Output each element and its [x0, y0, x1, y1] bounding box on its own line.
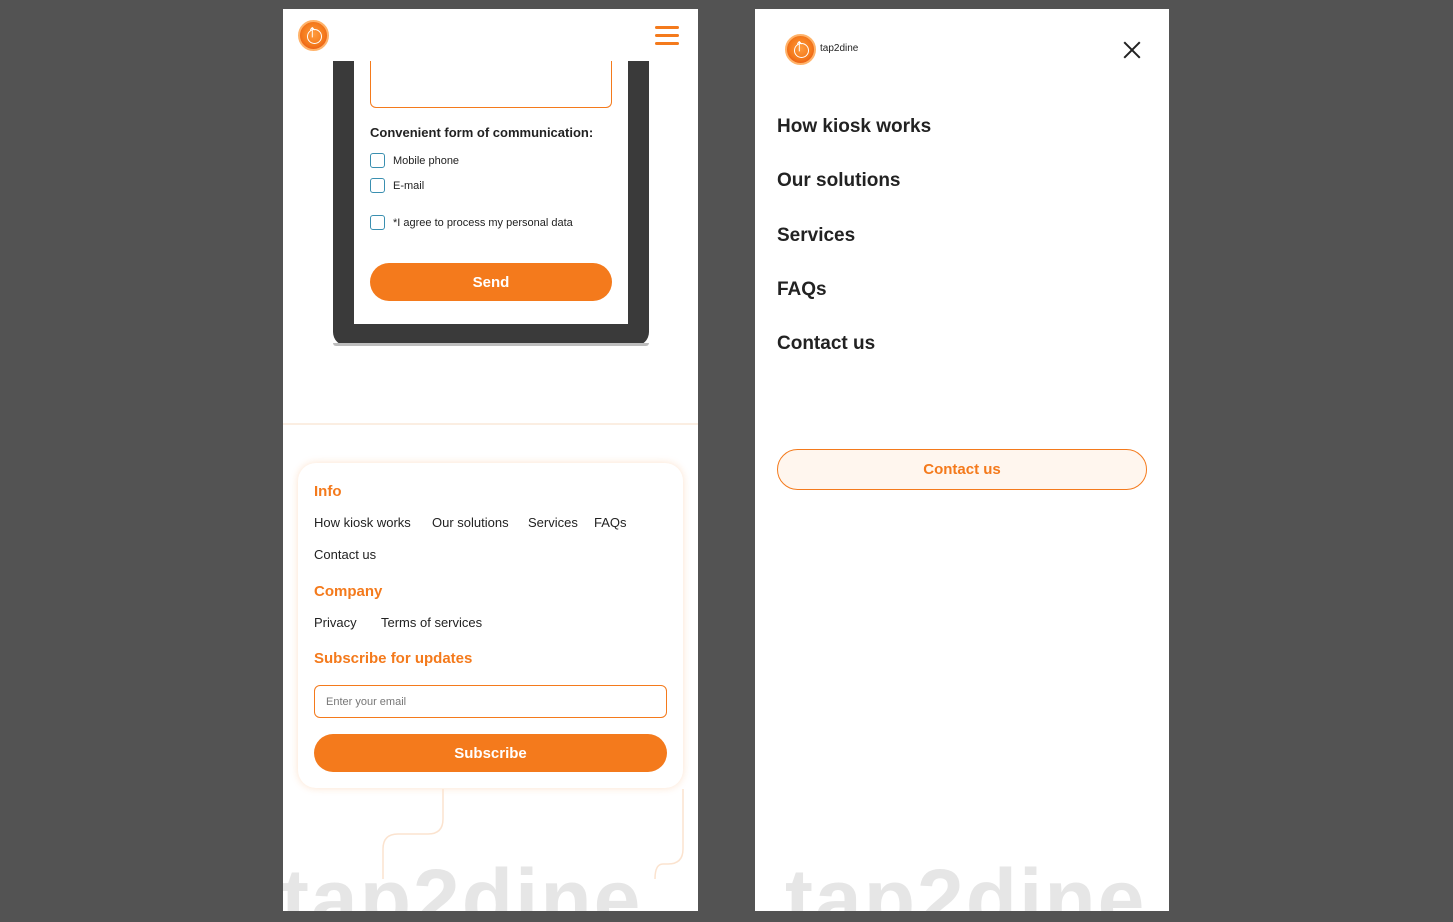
tap2dine-logo-icon[interactable]: ᛏ — [298, 20, 329, 51]
mobile-screen-menu-open: ᛏ tap2dine How kiosk works Our solutions… — [755, 9, 1169, 911]
menu-item-our-solutions[interactable]: Our solutions — [777, 170, 901, 192]
menu-item-contact-us[interactable]: Contact us — [777, 333, 875, 355]
footer-link-privacy[interactable]: Privacy — [314, 615, 357, 630]
brand-name: tap2dine — [820, 43, 859, 54]
section-divider — [283, 423, 698, 425]
message-textarea[interactable] — [370, 61, 612, 108]
subscribe-heading: Subscribe for updates — [314, 650, 473, 667]
brand-watermark: tap2dine — [785, 852, 1147, 911]
footer-card: Info How kiosk works Our solutions Servi… — [298, 463, 683, 788]
hamburger-menu-icon[interactable] — [655, 26, 679, 46]
send-button[interactable]: Send — [370, 263, 612, 301]
menu-item-services[interactable]: Services — [777, 225, 855, 247]
email-input[interactable] — [314, 685, 667, 718]
communication-form-title: Convenient form of communication: — [370, 125, 594, 140]
checkbox[interactable] — [370, 178, 385, 193]
info-heading: Info — [314, 483, 342, 500]
mobile-screen-contact-page: ᛏ Convenient form of communication: Mobi… — [283, 9, 698, 911]
contact-form: Convenient form of communication: Mobile… — [354, 61, 628, 324]
close-icon[interactable] — [1123, 41, 1141, 59]
subscribe-button[interactable]: Subscribe — [314, 734, 667, 772]
kiosk-tablet-frame: Convenient form of communication: Mobile… — [333, 61, 649, 346]
tablet-stand — [333, 343, 649, 346]
option-mobile-phone[interactable]: Mobile phone — [370, 153, 459, 168]
menu-item-faqs[interactable]: FAQs — [777, 279, 827, 301]
checkbox-label: *I agree to process my personal data — [393, 216, 573, 229]
footer-link-terms[interactable]: Terms of services — [381, 615, 482, 630]
contact-us-button[interactable]: Contact us — [777, 449, 1147, 490]
footer-link-services[interactable]: Services — [528, 515, 578, 530]
footer-link-our-solutions[interactable]: Our solutions — [432, 515, 509, 530]
footer-link-contact-us[interactable]: Contact us — [314, 547, 376, 562]
footer-link-how-kiosk-works[interactable]: How kiosk works — [314, 515, 411, 530]
agree-personal-data[interactable]: *I agree to process my personal data — [370, 215, 573, 230]
checkbox-label: E-mail — [393, 179, 425, 192]
checkbox[interactable] — [370, 153, 385, 168]
checkbox-label: Mobile phone — [393, 154, 460, 167]
company-heading: Company — [314, 583, 383, 600]
option-email[interactable]: E-mail — [370, 178, 424, 193]
footer-link-faqs[interactable]: FAQs — [594, 515, 627, 530]
menu-item-how-kiosk-works[interactable]: How kiosk works — [777, 116, 931, 138]
brand-watermark: tap2dine — [283, 852, 643, 911]
tap2dine-logo-icon[interactable]: ᛏ — [785, 34, 816, 65]
checkbox[interactable] — [370, 215, 385, 230]
